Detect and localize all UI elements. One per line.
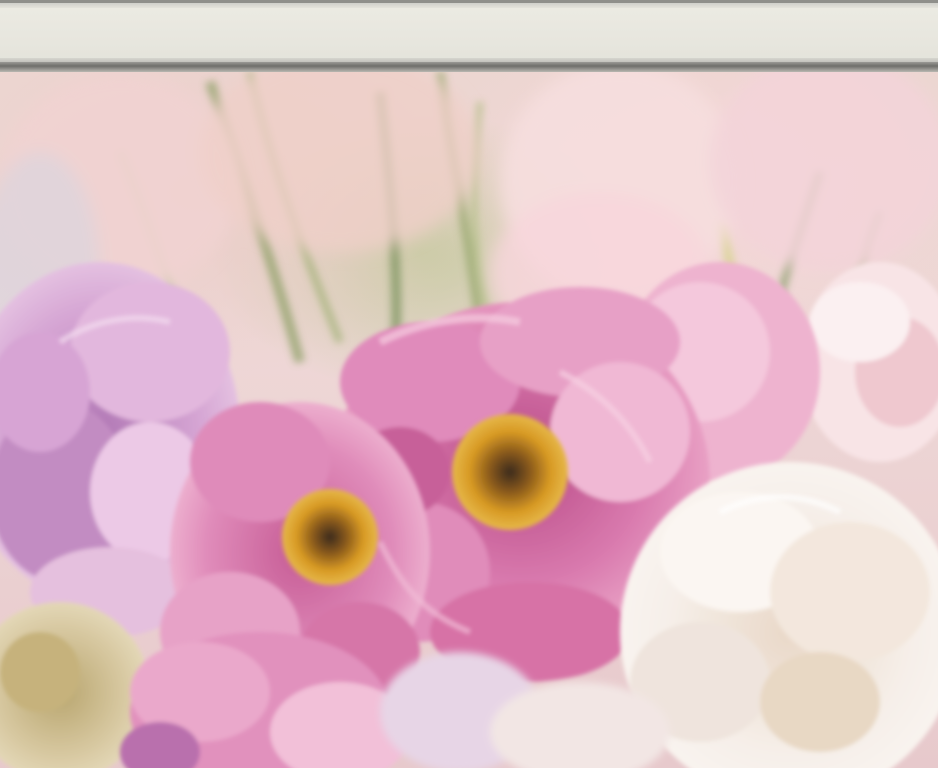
left-peony-stamen [282,489,378,585]
framed-painting [0,0,938,768]
flower-painting-canvas [0,72,938,768]
frame-inner-edge [0,62,938,72]
center-peony-stamen [452,414,568,530]
white-rose-right [800,262,938,462]
frame-bevel [0,3,938,8]
flower-painting [0,72,938,768]
frame-mat-top [0,0,938,72]
